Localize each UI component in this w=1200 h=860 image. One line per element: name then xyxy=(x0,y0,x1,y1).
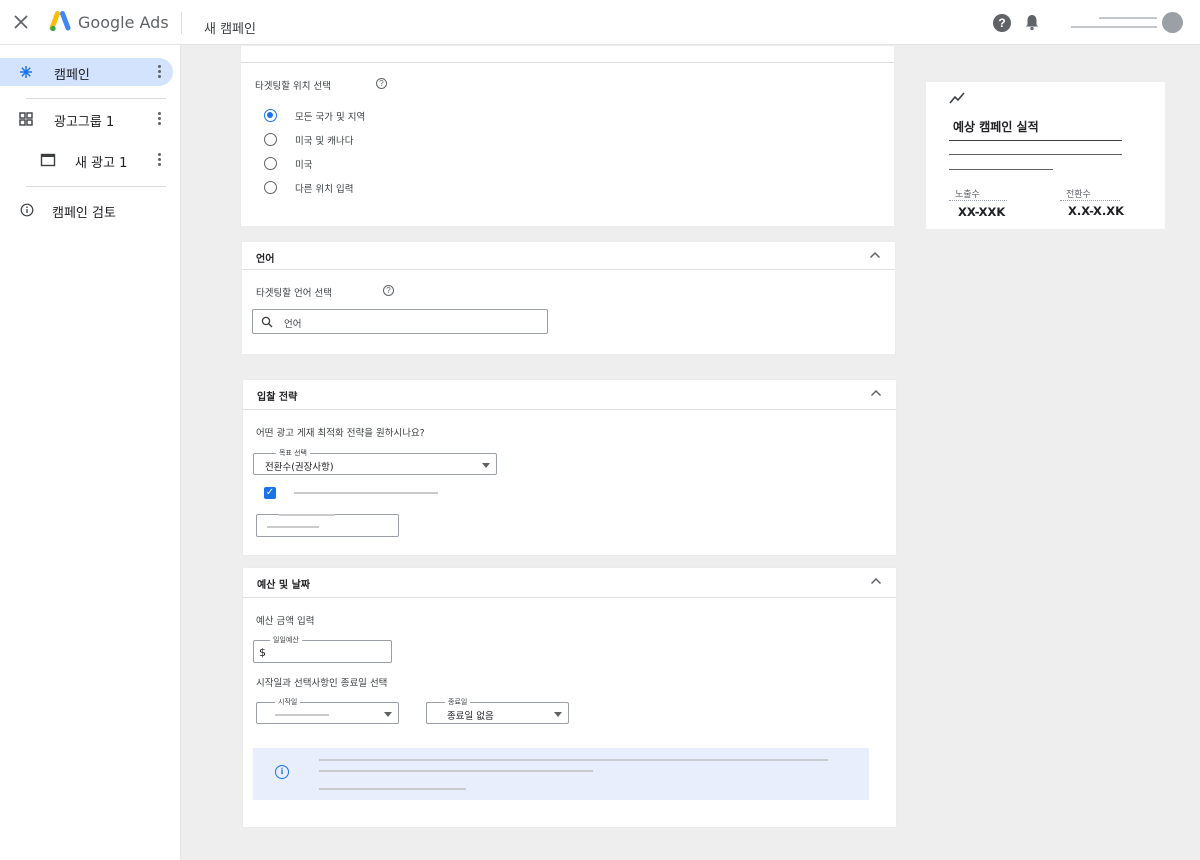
bidding-card-header[interactable]: 입찰 전략 xyxy=(243,380,896,410)
chevron-up-icon[interactable] xyxy=(870,576,882,586)
sidebar-item-label: 새 광고 1 xyxy=(75,156,128,171)
chevron-up-icon[interactable] xyxy=(869,250,881,260)
sidebar-divider xyxy=(26,98,166,99)
language-search-input[interactable]: 언어 xyxy=(252,309,548,334)
start-date-select[interactable]: 시작일 xyxy=(256,697,399,724)
help-icon[interactable]: ? xyxy=(383,285,394,296)
section-title: 언어 xyxy=(256,254,275,265)
info-text-placeholder xyxy=(319,759,828,761)
card-divider xyxy=(241,62,894,63)
account-name-placeholder xyxy=(1099,17,1157,19)
radio-label: 미국 및 캐나다 xyxy=(295,136,354,147)
field-legend-placeholder xyxy=(279,514,335,516)
text-placeholder xyxy=(949,154,1122,155)
daily-budget-input[interactable]: 일일예산 $ xyxy=(253,635,392,663)
target-input[interactable] xyxy=(256,514,399,537)
section-title: 입찰 전략 xyxy=(257,392,298,403)
account-id-placeholder xyxy=(1071,26,1157,28)
search-icon xyxy=(261,316,273,328)
start-date-placeholder xyxy=(275,714,329,716)
goal-select[interactable]: 목표 선택 전환수(권장사항) xyxy=(253,448,497,475)
impressions-value: XX-XXK xyxy=(958,205,1006,219)
sidebar-item-label: 캠페인 xyxy=(54,68,90,83)
chevron-up-icon[interactable] xyxy=(870,388,882,398)
info-icon xyxy=(20,203,34,217)
radio-us[interactable] xyxy=(264,157,277,170)
location-prompt: 타겟팅할 위치 선택 xyxy=(255,81,331,92)
trending-icon xyxy=(949,92,965,104)
brand-name: Google Ads xyxy=(78,13,169,32)
sidebar-item-ad-group[interactable]: 광고그룹 1 xyxy=(0,105,173,133)
location-card: 타겟팅할 위치 선택 ? 모든 국가 및 지역 미국 및 캐나다 미국 다른 위… xyxy=(240,45,895,227)
more-options-icon[interactable] xyxy=(154,63,164,81)
sidebar-item-label: 광고그룹 1 xyxy=(54,115,115,130)
dropdown-arrow-icon xyxy=(554,712,562,717)
language-prompt: 타겟팅할 언어 선택 xyxy=(256,288,332,299)
avatar[interactable] xyxy=(1162,12,1183,33)
search-placeholder: 언어 xyxy=(284,319,302,330)
dropdown-arrow-icon xyxy=(482,463,490,468)
budget-prompt: 예산 금액 입력 xyxy=(256,616,315,627)
conversions-value: X.X-X.XK xyxy=(1068,204,1125,218)
header-divider xyxy=(181,12,182,34)
radio-us-canada[interactable] xyxy=(264,133,277,146)
option-checkbox[interactable]: ✓ xyxy=(264,487,276,499)
conversions-label: 전환수 xyxy=(1060,187,1120,201)
field-value-placeholder xyxy=(267,526,319,528)
performance-card: 예상 캠페인 실적 노출수 전환수 XX-XXK X.X-X.XK xyxy=(926,82,1165,229)
radio-label: 다른 위치 입력 xyxy=(295,184,354,195)
impressions-label: 노출수 xyxy=(949,187,1007,201)
google-ads-logo-icon xyxy=(49,11,71,32)
info-icon: i xyxy=(275,765,289,779)
info-text-placeholder xyxy=(319,770,593,772)
grid-icon xyxy=(19,112,33,126)
field-legend: 목표 선택 xyxy=(276,448,310,458)
currency-symbol: $ xyxy=(259,646,266,659)
sidebar-item-review[interactable]: 캠페인 검토 xyxy=(0,196,173,224)
performance-title: 예상 캠페인 실적 xyxy=(953,120,1039,134)
text-placeholder xyxy=(949,169,1053,170)
radio-all-countries[interactable] xyxy=(264,109,277,122)
sidebar-item-new-ad[interactable]: 새 광고 1 xyxy=(0,146,173,174)
budget-card-header[interactable]: 예산 및 날짜 xyxy=(243,568,896,598)
more-options-icon[interactable] xyxy=(154,110,164,128)
page-title: 새 캠페인 xyxy=(204,22,256,37)
help-icon[interactable]: ? xyxy=(993,14,1011,32)
field-legend: 종료일 xyxy=(445,697,471,707)
divider xyxy=(949,140,1122,141)
radio-label: 미국 xyxy=(295,160,313,171)
top-bar: Google Ads 새 캠페인 ? xyxy=(0,0,1200,45)
bidding-card: 입찰 전략 어떤 광고 게재 최적화 전략을 원하시나요? 목표 선택 전환수(… xyxy=(242,379,897,556)
help-icon[interactable]: ? xyxy=(376,78,387,89)
sidebar-divider xyxy=(26,186,166,187)
sidebar-item-campaign[interactable]: 캠페인 xyxy=(0,58,173,86)
sidebar: 캠페인 광고그룹 1 새 광고 1 캠페인 검토 xyxy=(0,45,181,860)
info-link-placeholder[interactable] xyxy=(319,788,466,790)
radio-label: 모든 국가 및 지역 xyxy=(295,112,366,123)
more-options-icon[interactable] xyxy=(154,151,164,169)
sidebar-item-label: 캠페인 검토 xyxy=(52,206,116,221)
section-title: 예산 및 날짜 xyxy=(257,580,310,591)
campaign-sparkle-icon xyxy=(20,66,32,78)
field-legend: 일일예산 xyxy=(270,635,302,645)
info-banner: i xyxy=(253,748,869,800)
goal-value: 전환수(권장사항) xyxy=(265,462,334,473)
bidding-question: 어떤 광고 게재 최적화 전략을 원하시나요? xyxy=(256,428,425,439)
radio-other-location[interactable] xyxy=(264,181,277,194)
dates-prompt: 시작일과 선택사항인 종료일 선택 xyxy=(256,678,388,689)
dropdown-arrow-icon xyxy=(384,712,392,717)
close-icon[interactable] xyxy=(12,13,30,31)
language-card: 언어 타겟팅할 언어 선택 ? 언어 xyxy=(241,241,896,355)
checkbox-label-placeholder xyxy=(294,492,438,494)
end-date-value: 종료일 없음 xyxy=(447,711,494,722)
end-date-select[interactable]: 종료일 종료일 없음 xyxy=(426,697,569,724)
field-legend: 시작일 xyxy=(275,697,301,707)
bell-icon[interactable] xyxy=(1023,13,1041,31)
language-card-header[interactable]: 언어 xyxy=(242,242,895,270)
browser-window-icon xyxy=(40,153,56,167)
